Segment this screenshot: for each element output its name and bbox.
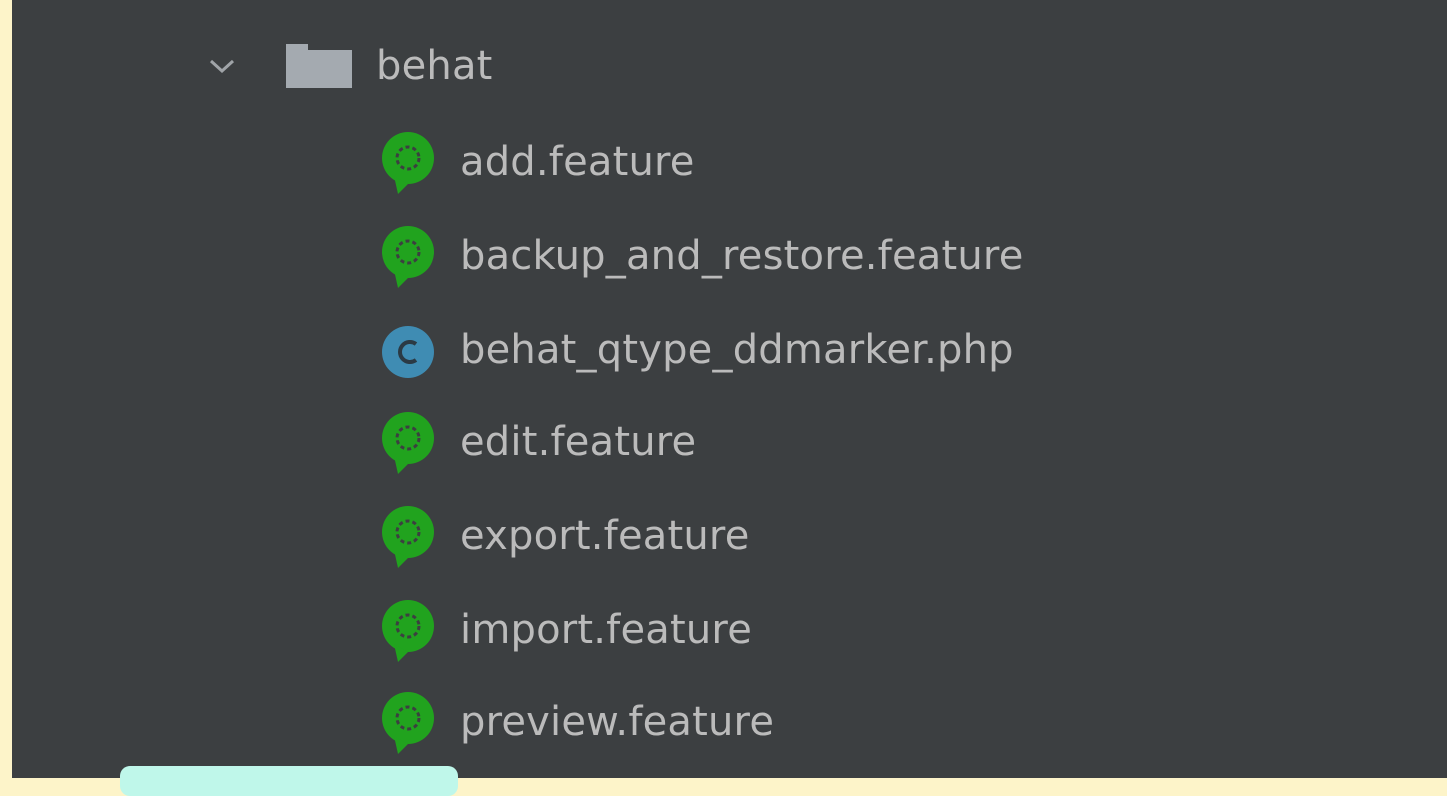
php-class-icon [380,318,436,382]
folder-label: behat [376,43,493,89]
cucumber-feature-icon [380,690,436,754]
tree-folder-behat[interactable]: behat [200,20,493,112]
file-label: preview.feature [460,699,775,745]
file-label: add.feature [460,139,695,185]
file-label: import.feature [460,607,752,653]
file-label: behat_qtype_ddmarker.php [460,327,1014,373]
tree-file-add-feature[interactable]: add.feature [380,116,695,208]
cucumber-feature-icon [380,224,436,288]
file-label: export.feature [460,513,750,559]
tree-file-export-feature[interactable]: export.feature [380,490,750,582]
file-label: backup_and_restore.feature [460,233,1024,279]
cucumber-feature-icon [380,410,436,474]
cucumber-feature-icon [380,504,436,568]
tree-file-preview-feature[interactable]: preview.feature [380,676,774,768]
cucumber-feature-icon [380,598,436,662]
chevron-down-icon[interactable] [200,44,244,88]
project-tree-panel: behat add.feature backup_and_restore.fea… [12,0,1447,796]
file-label: edit.feature [460,419,697,465]
bottom-tab[interactable] [120,766,458,796]
cucumber-feature-icon [380,130,436,194]
folder-icon [286,44,352,88]
tree-file-behat-qtype-ddmarker-php[interactable]: behat_qtype_ddmarker.php [380,304,1014,396]
tree-file-import-feature[interactable]: import.feature [380,584,752,676]
tree-file-edit-feature[interactable]: edit.feature [380,396,696,488]
tree-file-backup-and-restore-feature[interactable]: backup_and_restore.feature [380,210,1024,302]
